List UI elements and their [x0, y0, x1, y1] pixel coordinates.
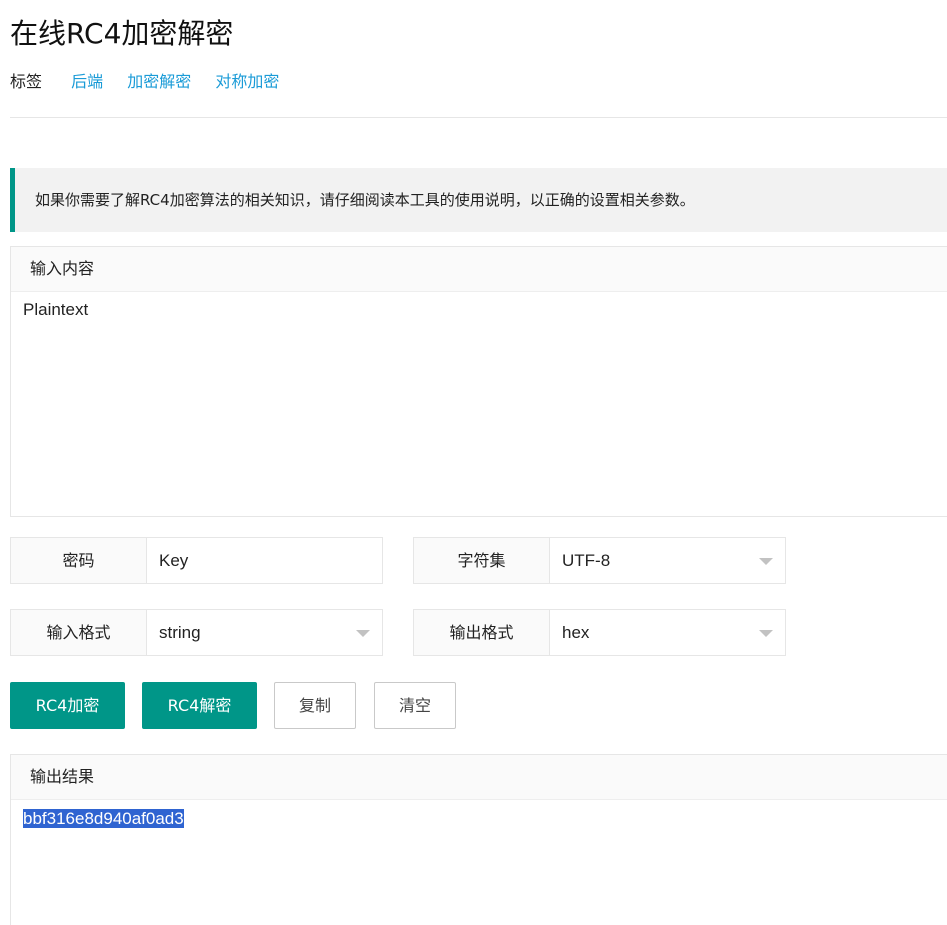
input-panel: 输入内容 Plaintext	[10, 246, 947, 517]
caret-down-icon	[356, 630, 370, 637]
output-format-selected-value: hex	[562, 623, 590, 642]
info-notice: 如果你需要了解RC4加密算法的相关知识，请仔细阅读本工具的使用说明，以正确的设置…	[10, 168, 947, 232]
output-format-field: 输出格式 hex	[413, 609, 786, 656]
charset-field: 字符集 UTF-8	[413, 537, 786, 584]
encrypt-button[interactable]: RC4加密	[10, 682, 125, 729]
output-format-label: 输出格式	[414, 610, 550, 655]
input-format-selected-value: string	[159, 623, 201, 642]
charset-selected-value: UTF-8	[562, 551, 611, 570]
copy-button[interactable]: 复制	[274, 682, 356, 729]
input-panel-body: Plaintext	[11, 292, 947, 516]
caret-down-icon	[759, 558, 773, 565]
caret-down-icon	[759, 630, 773, 637]
divider	[10, 117, 947, 118]
password-input[interactable]	[147, 538, 382, 583]
output-format-select[interactable]: hex	[550, 610, 785, 655]
input-format-field: 输入格式 string	[10, 609, 383, 656]
tag-link-symmetric-encryption[interactable]: 对称加密	[215, 72, 279, 91]
input-format-select[interactable]: string	[147, 610, 382, 655]
password-label: 密码	[11, 538, 147, 583]
page-title: 在线RC4加密解密	[10, 17, 234, 50]
tag-link-backend[interactable]: 后端	[71, 72, 103, 91]
tag-bar: 标签 后端 加密解密 对称加密	[10, 70, 298, 94]
output-panel: 输出结果 bbf316e8d940af0ad3	[10, 754, 947, 925]
tags-label: 标签	[10, 72, 43, 91]
output-selected-text: bbf316e8d940af0ad3	[23, 809, 184, 828]
clear-button[interactable]: 清空	[374, 682, 456, 729]
decrypt-button[interactable]: RC4解密	[142, 682, 257, 729]
charset-select[interactable]: UTF-8	[550, 538, 785, 583]
password-field: 密码	[10, 537, 383, 584]
input-textarea[interactable]: Plaintext	[11, 292, 947, 516]
input-format-label: 输入格式	[11, 610, 147, 655]
charset-label: 字符集	[414, 538, 550, 583]
output-textarea[interactable]: bbf316e8d940af0ad3	[11, 800, 947, 838]
output-panel-header: 输出结果	[11, 755, 947, 800]
page: 在线RC4加密解密 标签 后端 加密解密 对称加密 如果你需要了解RC4加密算法…	[0, 0, 947, 925]
tag-link-encryption[interactable]: 加密解密	[127, 72, 191, 91]
input-panel-header: 输入内容	[11, 247, 947, 292]
